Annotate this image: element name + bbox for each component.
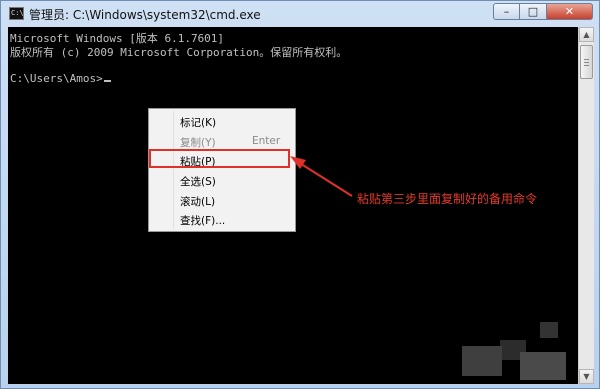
paste-highlight-box [149, 149, 290, 168]
menu-item-label: 标记(K) [180, 117, 217, 129]
menu-item-shortcut: Enter [252, 135, 281, 147]
console-prompt: C:\Users\Amos> [10, 72, 103, 85]
title-bar[interactable]: C:\ 管理员: C:\Windows\system32\cmd.exe – □… [1, 1, 600, 27]
watermark-blur [540, 322, 558, 338]
maximize-button[interactable]: □ [520, 3, 547, 20]
grip-line [584, 65, 589, 66]
console-line: 版权所有 (c) 2009 Microsoft Corporation。保留所有… [10, 46, 348, 59]
window-controls: – □ ✕ [493, 3, 593, 21]
annotation-text: 粘贴第三步里面复制好的备用命令 [357, 192, 538, 206]
watermark-blur [462, 346, 502, 376]
menu-item-select-all[interactable]: 全选(S) [151, 170, 293, 190]
vertical-scrollbar[interactable]: ▲ ▼ [578, 27, 594, 384]
menu-item-mark[interactable]: 标记(K) [151, 111, 293, 131]
window-title: 管理员: C:\Windows\system32\cmd.exe [29, 8, 261, 22]
grip-line [584, 59, 589, 60]
scrollbar-thumb[interactable] [580, 45, 593, 79]
text-cursor [103, 80, 111, 82]
down-arrow-icon[interactable]: ▼ [579, 369, 594, 384]
grip-line [584, 62, 589, 63]
menu-item-find[interactable]: 查找(F)... [151, 209, 293, 229]
watermark-blur [520, 352, 566, 380]
menu-item-label: 复制(Y) [180, 137, 216, 149]
minimize-button[interactable]: – [493, 3, 520, 20]
up-arrow-icon[interactable]: ▲ [579, 27, 594, 42]
menu-item-label: 查找(F)... [180, 215, 226, 227]
close-button[interactable]: ✕ [547, 3, 593, 20]
menu-item-label: 滚动(L) [180, 196, 216, 208]
console-prompt-line: C:\Users\Amos> [10, 72, 111, 85]
cmd-icon[interactable]: C:\ [9, 7, 24, 20]
menu-item-scroll[interactable]: 滚动(L) [151, 190, 293, 210]
menu-item-label: 全选(S) [180, 176, 216, 188]
context-menu: 标记(K) 复制(Y) Enter 粘贴(P) 全选(S) 滚动(L) 查找(F… [148, 108, 296, 232]
menu-item-copy[interactable]: 复制(Y) Enter [151, 131, 293, 151]
